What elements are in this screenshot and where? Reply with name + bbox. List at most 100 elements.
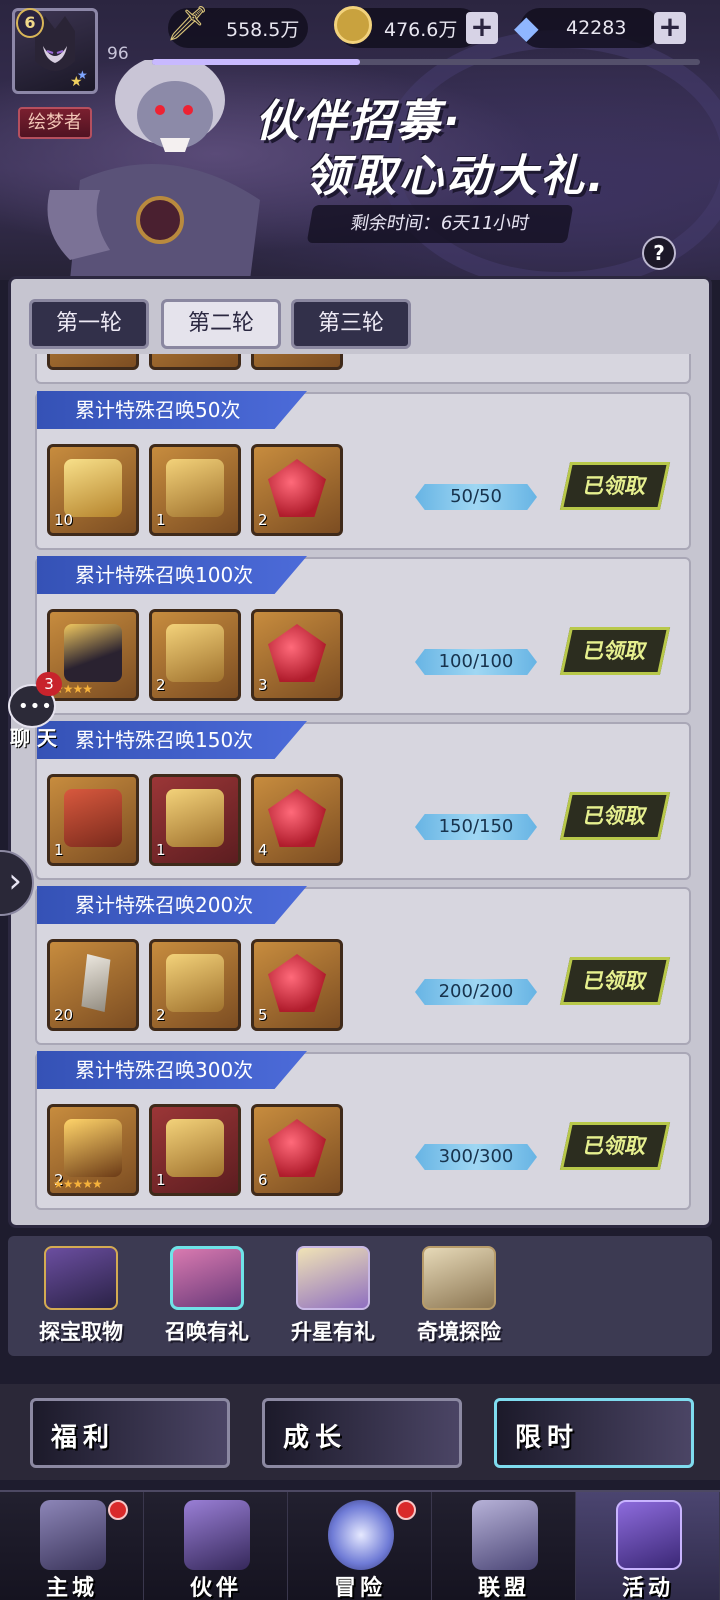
notification-dot	[108, 1500, 128, 1520]
item-count: 6	[258, 1171, 268, 1189]
reward-item[interactable]	[47, 354, 139, 370]
reward-row-title: 累计特殊召唤300次	[37, 1051, 307, 1089]
category-strip: 福利 成长 限时	[0, 1384, 720, 1480]
reward-item-gift[interactable]: 2	[149, 939, 241, 1031]
nav-main-city-label: 主城	[45, 1576, 98, 1600]
claimed-badge[interactable]: 已领取	[559, 627, 671, 675]
item-count: 1	[54, 841, 64, 859]
reward-item-gift[interactable]: 2	[149, 609, 241, 701]
diamond-icon: ◆	[514, 8, 539, 46]
event-banner: ★ ★ 6 绘梦者 96 🗡 558.5万 476.6万 + ◆ 42283 +…	[0, 0, 720, 280]
reward-item-gem[interactable]: 5	[251, 939, 343, 1031]
category-growth[interactable]: 成长	[262, 1398, 462, 1468]
power-counter: 🗡 558.5万	[166, 4, 308, 48]
gift-icon	[166, 459, 224, 517]
svg-text:★: ★	[77, 68, 88, 82]
category-welfare[interactable]: 福利	[30, 1398, 230, 1468]
nav-main-city[interactable]: 主城	[0, 1492, 144, 1600]
item-count: 4	[258, 841, 268, 859]
item-count: 2	[258, 511, 268, 529]
treasure-chest-icon	[44, 1246, 118, 1310]
summon-progress: 150/150	[415, 814, 537, 840]
nav-partners-label: 伙伴	[189, 1576, 242, 1600]
player-title-tag: 绘梦者	[18, 107, 92, 139]
gift-icon	[166, 624, 224, 682]
activity-summon-gift-label: 召唤有礼	[165, 1320, 249, 1344]
item-count: 1	[156, 1171, 166, 1189]
activity-wonderland-label: 奇境探险	[417, 1320, 501, 1344]
category-limited-label: 限时	[515, 1423, 580, 1453]
item-count: 3	[258, 676, 268, 694]
exp-level-number: 96	[107, 44, 129, 64]
summon-progress: 50/50	[415, 484, 537, 510]
reward-panel: 第一轮 第二轮 第三轮 累计特殊召唤50次 10 1 2 50/50 已领取 累计特殊召唤1…	[8, 276, 712, 1228]
chevron-right-icon: ›	[8, 861, 22, 901]
reward-item-scroll[interactable]: 10	[47, 444, 139, 536]
reward-item[interactable]	[251, 354, 343, 370]
player-level-badge: 6	[16, 8, 44, 38]
nav-partners[interactable]: 伙伴	[144, 1492, 288, 1600]
reward-item-hero-gold[interactable]: 2 ★★★★★	[47, 1104, 139, 1196]
summon-progress: 200/200	[415, 979, 537, 1005]
reward-item-gem[interactable]: 3	[251, 609, 343, 701]
reward-item-gem[interactable]: 6	[251, 1104, 343, 1196]
gift-red-icon	[166, 789, 224, 847]
claimed-badge[interactable]: 已领取	[559, 792, 671, 840]
reward-item-gem[interactable]: 4	[251, 774, 343, 866]
activity-strip: 探宝取物 召唤有礼 升星有礼 奇境探险	[8, 1236, 712, 1356]
diamond-value: 42283	[566, 17, 627, 39]
reward-item[interactable]	[149, 354, 241, 370]
summon-progress: 100/100	[415, 649, 537, 675]
activity-summon-gift[interactable]: 召唤有礼	[148, 1236, 266, 1356]
tab-round-1[interactable]: 第一轮	[29, 299, 149, 349]
reward-row: 累计特殊召唤200次 20 2 5 200/200 已领取	[35, 886, 691, 1045]
nav-events-label: 活动	[621, 1576, 674, 1600]
reward-item-crystal[interactable]: 20	[47, 939, 139, 1031]
reward-row-title: 累计特殊召唤200次	[37, 886, 307, 924]
reward-row: 累计特殊召唤300次 2 ★★★★★ 1 6 300/300 已领取	[35, 1051, 691, 1210]
claimed-badge[interactable]: 已领取	[559, 1122, 671, 1170]
summon-progress: 300/300	[415, 1144, 537, 1170]
reward-list[interactable]: 累计特殊召唤50次 10 1 2 50/50 已领取 累计特殊召唤100次 ★★★★ 2 3 100…	[31, 354, 695, 1220]
category-welfare-label: 福利	[51, 1423, 116, 1453]
tab-round-2[interactable]: 第二轮	[161, 299, 281, 349]
claimed-badge[interactable]: 已领取	[559, 957, 671, 1005]
equip-icon	[64, 789, 122, 847]
category-limited[interactable]: 限时	[494, 1398, 694, 1468]
reward-item-gift-red[interactable]: 1	[149, 1104, 241, 1196]
reward-item-gift[interactable]: 1	[149, 444, 241, 536]
reward-row-title: 累计特殊召唤100次	[37, 556, 307, 594]
activity-wonderland[interactable]: 奇境探险	[400, 1236, 518, 1356]
nav-alliance[interactable]: 联盟	[432, 1492, 576, 1600]
nav-alliance-label: 联盟	[477, 1576, 530, 1600]
help-button[interactable]: ?	[642, 236, 676, 270]
bottom-nav: 主城 伙伴 冒险 联盟 活动	[0, 1490, 720, 1600]
reward-item-gem[interactable]: 2	[251, 444, 343, 536]
reward-row: 累计特殊召唤100次 ★★★★ 2 3 100/100 已领取	[35, 556, 691, 715]
claimed-badge[interactable]: 已领取	[559, 462, 671, 510]
gem-icon	[268, 624, 326, 682]
add-diamond-button[interactable]: +	[654, 12, 686, 44]
activity-star-up-label: 升星有礼	[291, 1320, 375, 1344]
castle-icon	[40, 1500, 106, 1570]
reward-row: 累计特殊召唤150次 1 1 4 150/150 已领取	[35, 721, 691, 880]
crystal-icon	[81, 954, 111, 1012]
activity-treasure[interactable]: 探宝取物	[22, 1236, 140, 1356]
event-timer: 剩余时间：6天11小时	[306, 205, 574, 243]
tab-round-3[interactable]: 第三轮	[291, 299, 411, 349]
reward-item-equip[interactable]: 1	[47, 774, 139, 866]
reward-row-title: 累计特殊召唤150次	[37, 721, 307, 759]
reward-row-partial	[35, 354, 691, 384]
exp-bar-fill	[152, 59, 361, 65]
nav-adventure[interactable]: 冒险	[288, 1492, 432, 1600]
diamond-counter: ◆ 42283	[514, 8, 660, 48]
gift-red-icon	[166, 1119, 224, 1177]
sword-icon: 🗡	[166, 4, 210, 44]
reward-item-gift-red[interactable]: 1	[149, 774, 241, 866]
add-gold-button[interactable]: +	[466, 12, 498, 44]
gold-counter: 476.6万	[334, 6, 480, 48]
activity-star-up[interactable]: 升星有礼	[274, 1236, 392, 1356]
nav-events[interactable]: 活动	[576, 1492, 720, 1600]
hero-gold-icon	[64, 1119, 122, 1177]
item-count: 20	[54, 1006, 74, 1024]
